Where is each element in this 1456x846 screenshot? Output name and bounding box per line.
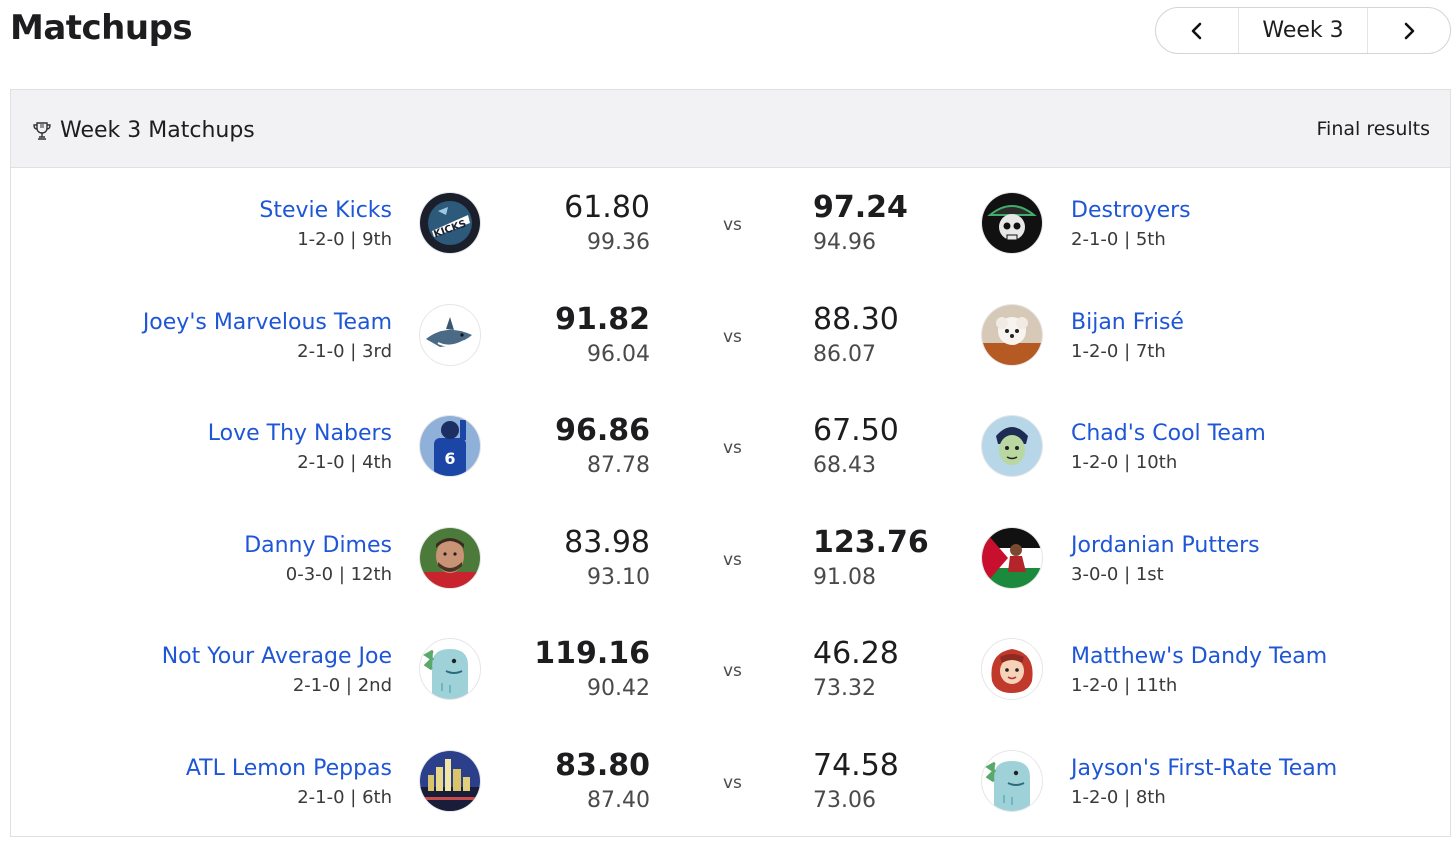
dog-football-icon[interactable] — [981, 303, 1043, 366]
projected-score: 91.08 — [813, 564, 876, 590]
team-record: 0-3-0 | 12th — [285, 563, 392, 585]
projected-score: 90.42 — [587, 676, 650, 701]
matchups-card: Week 3 Matchups Final results Stevie Kic… — [10, 89, 1451, 837]
team-name-link[interactable]: Bijan Frisé — [1071, 310, 1184, 335]
projected-score: 93.10 — [587, 564, 650, 590]
team-score: 91.82 — [555, 301, 650, 337]
team-score: 46.28 — [813, 636, 899, 671]
card-title: Week 3 Matchups — [60, 118, 255, 143]
shark-icon[interactable] — [419, 303, 481, 366]
chevron-left-icon — [1191, 22, 1202, 39]
projected-score: 87.40 — [587, 787, 650, 813]
next-week-button[interactable] — [1368, 8, 1450, 53]
team-record: 2-1-0 | 5th — [1071, 229, 1166, 250]
team-name-link[interactable]: Jordanian Putters — [1071, 533, 1260, 558]
team-score: 119.16 — [534, 636, 650, 671]
team-name-link[interactable]: Stevie Kicks — [259, 198, 392, 223]
team-score: 83.80 — [555, 747, 650, 783]
flag-player-icon[interactable] — [981, 526, 1043, 589]
vs-label: vs — [723, 661, 742, 681]
dino-icon[interactable] — [981, 749, 1043, 812]
team-name-link[interactable]: Chad's Cool Team — [1071, 421, 1266, 446]
matchup-row[interactable]: Not Your Average Joe 2-1-0 | 2nd 119.16 … — [11, 614, 1452, 726]
results-status: Final results — [1316, 118, 1430, 140]
team-name-link[interactable]: Joey's Marvelous Team — [143, 310, 392, 335]
team-name-link[interactable]: Destroyers — [1071, 198, 1191, 223]
projected-score: 99.36 — [587, 230, 650, 255]
team-record: 1-2-0 | 11th — [1071, 675, 1178, 696]
projected-score: 68.43 — [813, 453, 876, 478]
team-record: 1-2-0 | 9th — [297, 229, 392, 250]
projected-score: 86.07 — [813, 341, 876, 367]
vs-label: vs — [723, 326, 742, 347]
projected-score: 73.06 — [813, 787, 876, 813]
projected-score: 87.78 — [587, 453, 650, 478]
team-record: 1-2-0 | 10th — [1071, 452, 1178, 473]
matchup-row[interactable]: Joey's Marvelous Team 2-1-0 | 3rd 91.82 … — [11, 280, 1452, 392]
city-skyline-icon[interactable] — [419, 749, 481, 812]
team-name-link[interactable]: Jayson's First-Rate Team — [1071, 756, 1337, 781]
dino-icon[interactable] — [419, 638, 481, 700]
team-name-link[interactable]: Matthew's Dandy Team — [1071, 644, 1327, 669]
matchup-row[interactable]: Love Thy Nabers 2-1-0 | 4th 6 96.86 87.7… — [11, 391, 1452, 503]
cartoon-face-green-icon[interactable] — [981, 415, 1043, 477]
team-score: 67.50 — [813, 413, 899, 448]
team-name-link[interactable]: Danny Dimes — [244, 533, 392, 558]
projected-score: 73.32 — [813, 676, 876, 701]
current-week-label[interactable]: Week 3 — [1238, 8, 1368, 53]
kicks-logo-icon[interactable]: KICKS — [419, 192, 481, 254]
team-score: 123.76 — [813, 524, 929, 560]
matchup-row[interactable]: Danny Dimes 0-3-0 | 12th 83.98 93.10 vs … — [11, 503, 1452, 615]
team-score: 74.58 — [813, 747, 899, 783]
vs-label: vs — [723, 772, 742, 793]
team-score: 96.86 — [555, 413, 650, 448]
team-record: 1-2-0 | 8th — [1071, 786, 1166, 808]
matchup-row[interactable]: Stevie Kicks 1-2-0 | 9th KICKS 61.80 99.… — [11, 168, 1452, 280]
team-record: 2-1-0 | 3rd — [297, 340, 392, 362]
card-header: Week 3 Matchups Final results — [11, 90, 1450, 168]
previous-week-button[interactable] — [1156, 8, 1238, 53]
page-title: Matchups — [10, 8, 193, 48]
redhead-cartoon-icon[interactable] — [981, 638, 1043, 700]
svg-text:6: 6 — [444, 449, 455, 468]
vs-label: vs — [723, 549, 742, 570]
football-player-6-icon[interactable]: 6 — [419, 415, 481, 477]
vs-label: vs — [723, 438, 742, 458]
team-score: 61.80 — [564, 190, 650, 225]
vs-label: vs — [723, 215, 742, 235]
team-record: 2-1-0 | 6th — [297, 786, 392, 808]
pirate-skull-icon[interactable] — [981, 192, 1043, 254]
week-selector: Week 3 — [1155, 7, 1451, 54]
team-record: 2-1-0 | 2nd — [292, 675, 392, 696]
team-score: 97.24 — [813, 190, 908, 225]
chevron-right-icon — [1404, 22, 1415, 39]
projected-score: 96.04 — [587, 341, 650, 367]
team-name-link[interactable]: Love Thy Nabers — [208, 421, 392, 446]
man-photo-icon[interactable] — [419, 526, 481, 589]
team-score: 88.30 — [813, 301, 899, 337]
matchup-row[interactable]: ATL Lemon Peppas 2-1-0 | 6th 83.80 87.40… — [11, 726, 1452, 838]
team-record: 1-2-0 | 7th — [1071, 340, 1166, 362]
team-name-link[interactable]: ATL Lemon Peppas — [186, 756, 392, 781]
team-name-link[interactable]: Not Your Average Joe — [162, 644, 392, 669]
team-record: 2-1-0 | 4th — [297, 452, 392, 473]
team-score: 83.98 — [564, 524, 650, 560]
projected-score: 94.96 — [813, 230, 876, 255]
team-record: 3-0-0 | 1st — [1071, 563, 1164, 585]
trophy-icon — [33, 122, 51, 140]
